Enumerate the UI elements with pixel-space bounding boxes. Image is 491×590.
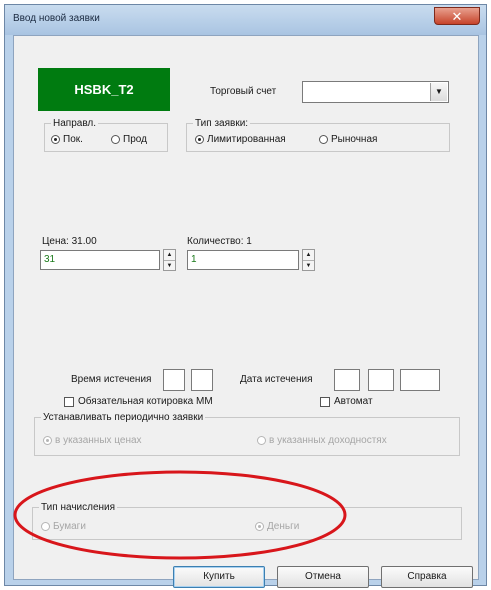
expiry-minutes-field[interactable]	[191, 369, 213, 391]
radio-sell-indicator[interactable]	[111, 135, 120, 144]
auto-checkbox-box[interactable]	[320, 396, 330, 407]
auto-checkbox[interactable]: Автомат	[320, 396, 373, 407]
cancel-button[interactable]: Отмена	[277, 566, 369, 588]
price-label: Цена: 31.00	[42, 236, 97, 247]
radio-money[interactable]: Деньги	[255, 521, 299, 532]
radio-in-yields-label: в указанных доходностях	[269, 435, 387, 446]
quantity-input[interactable]: 1	[187, 250, 299, 270]
radio-in-prices-indicator[interactable]	[43, 436, 52, 445]
expiry-time-label: Время истечения	[71, 374, 152, 385]
mm-quote-checkbox[interactable]: Обязательная котировка ММ	[64, 396, 213, 407]
radio-buy-indicator[interactable]	[51, 135, 60, 144]
expiry-month-field[interactable]	[368, 369, 394, 391]
expiry-year-field[interactable]	[400, 369, 440, 391]
radio-buy-label: Пок.	[63, 134, 83, 145]
help-button[interactable]: Справка	[381, 566, 473, 588]
radio-buy[interactable]: Пок.	[51, 134, 83, 145]
dialog-body: HSBK_T2 Торговый счет ▼ Направл. Пок. Пр…	[13, 35, 479, 580]
radio-money-label: Деньги	[267, 521, 300, 532]
direction-legend: Направл.	[53, 118, 97, 129]
account-combobox[interactable]: ▼	[302, 81, 449, 103]
close-button[interactable]: ✕	[434, 7, 480, 25]
radio-securities-indicator[interactable]	[41, 522, 50, 531]
price-input[interactable]: 31	[40, 250, 160, 270]
periodic-group: Устанавливать периодично заявки в указан…	[34, 412, 460, 456]
auto-checkbox-label: Автомат	[334, 396, 373, 407]
radio-in-prices[interactable]: в указанных ценах	[43, 435, 142, 446]
radio-in-yields-indicator[interactable]	[257, 436, 266, 445]
periodic-legend: Устанавливать периодично заявки	[43, 412, 204, 423]
spin-up-icon[interactable]: ▲	[164, 250, 175, 261]
chevron-down-icon[interactable]: ▼	[430, 83, 447, 101]
radio-market-label: Рыночная	[331, 134, 378, 145]
mm-quote-checkbox-box[interactable]	[64, 396, 74, 407]
mm-quote-checkbox-label: Обязательная котировка ММ	[78, 396, 213, 407]
quantity-spinner[interactable]: ▲ ▼	[302, 249, 315, 271]
expiry-day-field[interactable]	[334, 369, 360, 391]
spin-up-icon[interactable]: ▲	[303, 250, 314, 261]
order-entry-window: Ввод новой заявки ✕ HSBK_T2 Торговый сче…	[4, 4, 487, 588]
expiry-date-label: Дата истечения	[240, 374, 313, 385]
radio-sell-label: Прод	[123, 134, 147, 145]
title-bar[interactable]: Ввод новой заявки ✕	[5, 5, 486, 35]
radio-money-indicator[interactable]	[255, 522, 264, 531]
class-code-badge: HSBK_T2	[38, 68, 170, 111]
radio-market[interactable]: Рыночная	[319, 134, 377, 145]
charge-type-group: Тип начисления Бумаги Деньги	[32, 502, 462, 540]
expiry-hours-field[interactable]	[163, 369, 185, 391]
spin-down-icon[interactable]: ▼	[164, 261, 175, 271]
radio-securities[interactable]: Бумаги	[41, 521, 86, 532]
direction-group: Направл. Пок. Прод	[44, 118, 168, 152]
spin-down-icon[interactable]: ▼	[303, 261, 314, 271]
buy-button[interactable]: Купить	[173, 566, 265, 588]
charge-type-legend: Тип начисления	[41, 502, 116, 513]
account-label: Торговый счет	[210, 86, 277, 97]
order-type-legend: Тип заявки:	[195, 118, 249, 129]
radio-securities-label: Бумаги	[53, 521, 86, 532]
radio-market-indicator[interactable]	[319, 135, 328, 144]
quantity-label: Количество: 1	[187, 236, 252, 247]
window-title: Ввод новой заявки	[13, 13, 100, 24]
order-type-group: Тип заявки: Лимитированная Рыночная	[186, 118, 450, 152]
price-spinner[interactable]: ▲ ▼	[163, 249, 176, 271]
radio-sell[interactable]: Прод	[111, 134, 147, 145]
radio-limit-indicator[interactable]	[195, 135, 204, 144]
radio-in-yields[interactable]: в указанных доходностях	[257, 435, 387, 446]
radio-limit[interactable]: Лимитированная	[195, 134, 286, 145]
radio-limit-label: Лимитированная	[207, 134, 286, 145]
radio-in-prices-label: в указанных ценах	[55, 435, 142, 446]
